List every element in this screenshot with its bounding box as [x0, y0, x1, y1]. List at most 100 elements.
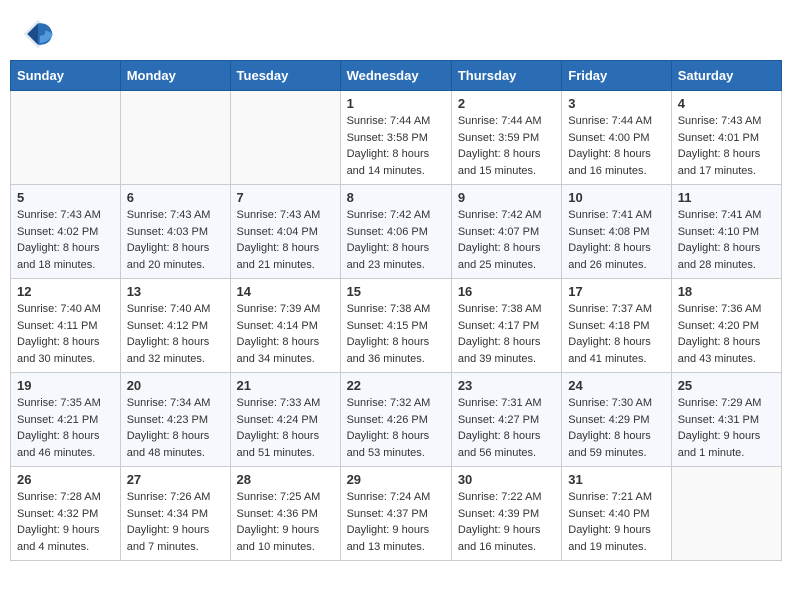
calendar-week-row: 1 Sunrise: 7:44 AM Sunset: 3:58 PM Daylig… [11, 91, 782, 185]
calendar-cell: 17 Sunrise: 7:37 AM Sunset: 4:18 PM Dayli… [562, 279, 671, 373]
page-header [0, 0, 792, 60]
calendar-header-sunday: Sunday [11, 61, 121, 91]
calendar-cell: 19 Sunrise: 7:35 AM Sunset: 4:21 PM Dayli… [11, 373, 121, 467]
calendar-cell: 6 Sunrise: 7:43 AM Sunset: 4:03 PM Daylig… [120, 185, 230, 279]
day-number: 27 [127, 472, 224, 487]
day-number: 7 [237, 190, 334, 205]
calendar-week-row: 5 Sunrise: 7:43 AM Sunset: 4:02 PM Daylig… [11, 185, 782, 279]
day-number: 13 [127, 284, 224, 299]
day-info: Sunrise: 7:35 AM Sunset: 4:21 PM Dayligh… [17, 395, 114, 461]
day-info: Sunrise: 7:24 AM Sunset: 4:37 PM Dayligh… [347, 489, 445, 555]
day-info: Sunrise: 7:38 AM Sunset: 4:15 PM Dayligh… [347, 301, 445, 367]
day-number: 28 [237, 472, 334, 487]
day-number: 15 [347, 284, 445, 299]
calendar-cell: 9Sunrise: 7:42 AM Sunset: 4:07 PM Daylig… [451, 185, 561, 279]
day-info: Sunrise: 7:30 AM Sunset: 4:29 PM Dayligh… [568, 395, 664, 461]
day-info: Sunrise: 7:41 AM Sunset: 4:08 PM Dayligh… [568, 207, 664, 273]
day-info: Sunrise: 7:21 AM Sunset: 4:40 PM Dayligh… [568, 489, 664, 555]
calendar-cell [11, 91, 121, 185]
calendar-cell: 22 Sunrise: 7:32 AM Sunset: 4:26 PM Dayli… [340, 373, 451, 467]
day-info: Sunrise: 7:43 AM Sunset: 4:02 PM Dayligh… [17, 207, 114, 273]
calendar-header-saturday: Saturday [671, 61, 781, 91]
calendar-cell: 15 Sunrise: 7:38 AM Sunset: 4:15 PM Dayli… [340, 279, 451, 373]
day-number: 3 [568, 96, 664, 111]
day-info: Sunrise: 7:26 AM Sunset: 4:34 PM Dayligh… [127, 489, 224, 555]
day-number: 2 [458, 96, 555, 111]
day-number: 25 [678, 378, 775, 393]
day-number: 26 [17, 472, 114, 487]
calendar-cell: 20Sunrise: 7:34 AM Sunset: 4:23 PM Dayli… [120, 373, 230, 467]
day-number: 18 [678, 284, 775, 299]
day-info: Sunrise: 7:38 AM Sunset: 4:17 PM Dayligh… [458, 301, 555, 367]
day-info: Sunrise: 7:44 AM Sunset: 3:58 PM Dayligh… [347, 113, 445, 179]
calendar-cell: 5 Sunrise: 7:43 AM Sunset: 4:02 PM Daylig… [11, 185, 121, 279]
day-number: 31 [568, 472, 664, 487]
day-number: 9 [458, 190, 555, 205]
day-number: 14 [237, 284, 334, 299]
calendar-cell: 16Sunrise: 7:38 AM Sunset: 4:17 PM Dayli… [451, 279, 561, 373]
logo-icon [20, 16, 56, 52]
day-info: Sunrise: 7:40 AM Sunset: 4:12 PM Dayligh… [127, 301, 224, 367]
calendar-cell [230, 91, 340, 185]
calendar-week-row: 12 Sunrise: 7:40 AM Sunset: 4:11 PM Dayli… [11, 279, 782, 373]
day-info: Sunrise: 7:36 AM Sunset: 4:20 PM Dayligh… [678, 301, 775, 367]
day-info: Sunrise: 7:31 AM Sunset: 4:27 PM Dayligh… [458, 395, 555, 461]
logo [20, 16, 60, 52]
calendar-cell: 29 Sunrise: 7:24 AM Sunset: 4:37 PM Dayli… [340, 467, 451, 561]
calendar-cell: 11 Sunrise: 7:41 AM Sunset: 4:10 PM Dayli… [671, 185, 781, 279]
day-info: Sunrise: 7:22 AM Sunset: 4:39 PM Dayligh… [458, 489, 555, 555]
calendar-header-thursday: Thursday [451, 61, 561, 91]
calendar-cell: 12 Sunrise: 7:40 AM Sunset: 4:11 PM Dayli… [11, 279, 121, 373]
day-number: 29 [347, 472, 445, 487]
calendar-header-row: SundayMondayTuesdayWednesdayThursdayFrid… [11, 61, 782, 91]
calendar-cell: 18 Sunrise: 7:36 AM Sunset: 4:20 PM Dayli… [671, 279, 781, 373]
day-info: Sunrise: 7:39 AM Sunset: 4:14 PM Dayligh… [237, 301, 334, 367]
calendar-cell: 21 Sunrise: 7:33 AM Sunset: 4:24 PM Dayli… [230, 373, 340, 467]
calendar-cell: 3 Sunrise: 7:44 AM Sunset: 4:00 PM Daylig… [562, 91, 671, 185]
calendar-cell: 4 Sunrise: 7:43 AM Sunset: 4:01 PM Daylig… [671, 91, 781, 185]
day-info: Sunrise: 7:44 AM Sunset: 4:00 PM Dayligh… [568, 113, 664, 179]
calendar-table: SundayMondayTuesdayWednesdayThursdayFrid… [10, 60, 782, 561]
day-number: 5 [17, 190, 114, 205]
calendar-header-wednesday: Wednesday [340, 61, 451, 91]
calendar-container: SundayMondayTuesdayWednesdayThursdayFrid… [0, 60, 792, 571]
day-number: 17 [568, 284, 664, 299]
calendar-cell: 1 Sunrise: 7:44 AM Sunset: 3:58 PM Daylig… [340, 91, 451, 185]
day-info: Sunrise: 7:41 AM Sunset: 4:10 PM Dayligh… [678, 207, 775, 273]
calendar-cell: 25Sunrise: 7:29 AM Sunset: 4:31 PM Dayli… [671, 373, 781, 467]
calendar-cell: 10Sunrise: 7:41 AM Sunset: 4:08 PM Dayli… [562, 185, 671, 279]
day-number: 23 [458, 378, 555, 393]
day-number: 6 [127, 190, 224, 205]
day-number: 22 [347, 378, 445, 393]
day-number: 8 [347, 190, 445, 205]
day-info: Sunrise: 7:43 AM Sunset: 4:01 PM Dayligh… [678, 113, 775, 179]
calendar-cell: 27 Sunrise: 7:26 AM Sunset: 4:34 PM Dayli… [120, 467, 230, 561]
calendar-week-row: 26Sunrise: 7:28 AM Sunset: 4:32 PM Dayli… [11, 467, 782, 561]
day-info: Sunrise: 7:34 AM Sunset: 4:23 PM Dayligh… [127, 395, 224, 461]
day-info: Sunrise: 7:42 AM Sunset: 4:06 PM Dayligh… [347, 207, 445, 273]
day-info: Sunrise: 7:37 AM Sunset: 4:18 PM Dayligh… [568, 301, 664, 367]
day-number: 11 [678, 190, 775, 205]
calendar-cell: 28Sunrise: 7:25 AM Sunset: 4:36 PM Dayli… [230, 467, 340, 561]
calendar-cell: 24Sunrise: 7:30 AM Sunset: 4:29 PM Dayli… [562, 373, 671, 467]
day-number: 4 [678, 96, 775, 111]
day-number: 1 [347, 96, 445, 111]
day-number: 21 [237, 378, 334, 393]
calendar-cell: 8 Sunrise: 7:42 AM Sunset: 4:06 PM Daylig… [340, 185, 451, 279]
calendar-header-friday: Friday [562, 61, 671, 91]
day-info: Sunrise: 7:43 AM Sunset: 4:04 PM Dayligh… [237, 207, 334, 273]
day-number: 19 [17, 378, 114, 393]
day-number: 12 [17, 284, 114, 299]
calendar-cell: 23 Sunrise: 7:31 AM Sunset: 4:27 PM Dayli… [451, 373, 561, 467]
calendar-cell: 31 Sunrise: 7:21 AM Sunset: 4:40 PM Dayli… [562, 467, 671, 561]
calendar-cell: 13 Sunrise: 7:40 AM Sunset: 4:12 PM Dayli… [120, 279, 230, 373]
day-info: Sunrise: 7:32 AM Sunset: 4:26 PM Dayligh… [347, 395, 445, 461]
calendar-header-tuesday: Tuesday [230, 61, 340, 91]
day-info: Sunrise: 7:40 AM Sunset: 4:11 PM Dayligh… [17, 301, 114, 367]
calendar-cell: 14 Sunrise: 7:39 AM Sunset: 4:14 PM Dayli… [230, 279, 340, 373]
calendar-header-monday: Monday [120, 61, 230, 91]
day-info: Sunrise: 7:43 AM Sunset: 4:03 PM Dayligh… [127, 207, 224, 273]
day-info: Sunrise: 7:33 AM Sunset: 4:24 PM Dayligh… [237, 395, 334, 461]
calendar-cell: 30Sunrise: 7:22 AM Sunset: 4:39 PM Dayli… [451, 467, 561, 561]
day-info: Sunrise: 7:44 AM Sunset: 3:59 PM Dayligh… [458, 113, 555, 179]
